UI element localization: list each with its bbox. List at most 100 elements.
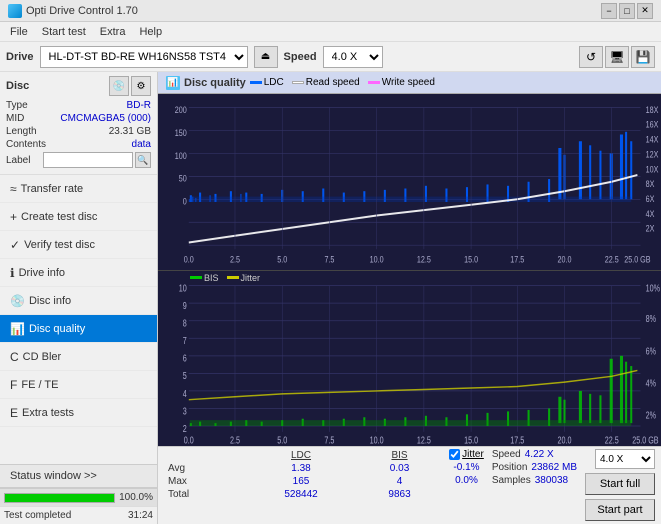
disc-icon-2[interactable]: ⚙ [131,76,151,96]
svg-text:14X: 14X [646,134,659,145]
svg-text:17.5: 17.5 [510,434,524,446]
jitter-checkbox[interactable] [449,449,460,460]
toolbar-icon-2[interactable]: 🖥 [605,46,629,68]
svg-text:10%: 10% [646,282,660,294]
svg-text:100: 100 [175,150,187,161]
stats-avg-ldc: 1.38 [244,462,358,475]
quality-title: Disc quality [184,77,246,89]
status-text-bar: Test completed 31:24 [0,506,157,524]
legend-ldc-color [250,81,262,84]
speed-select[interactable]: 4.0 X [323,46,383,68]
svg-text:25.0 GB: 25.0 GB [624,254,651,265]
legend-write-speed-color [368,81,380,84]
toolbar-icons: ↺ 🖥 💾 [579,46,655,68]
chart-top-svg: 200 150 100 50 0 18X 16X 14X 12X 10X 8X … [158,94,661,270]
svg-text:4%: 4% [646,377,656,389]
sidebar-item-disc-quality[interactable]: 📊 Disc quality [0,315,157,343]
drive-info-label: Drive info [19,267,65,279]
disc-quality-icon: 📊 [10,322,25,336]
sidebar-item-create-test-disc[interactable]: + Create test disc [0,203,157,231]
disc-length-label: Length [6,126,37,137]
close-button[interactable]: ✕ [637,3,653,19]
start-part-button[interactable]: Start part [585,499,655,521]
svg-text:10.0: 10.0 [370,434,384,446]
chart-bottom-svg: 10 9 8 7 6 5 4 3 2 10% 8% 6% 4% 2% [158,271,661,447]
disc-label-row: Label 🔍 [6,152,151,168]
svg-text:10X: 10X [646,163,659,174]
disc-length-row: Length 23.31 GB [6,126,151,137]
svg-text:18X: 18X [646,104,659,115]
svg-text:22.5: 22.5 [605,434,619,446]
drive-select[interactable]: HL-DT-ST BD-RE WH16NS58 TST4 [40,46,248,68]
disc-label-input-row: 🔍 [43,152,151,168]
sidebar: Disc 💿 ⚙ Type BD-R MID CMCMAGBA5 (000) L… [0,72,158,524]
speed-label: Speed [284,51,317,63]
disc-label-label: Label [6,155,30,166]
extra-tests-icon: E [10,406,18,420]
jitter-avg: -0.1% [449,462,484,473]
legend-bis-color [190,276,202,279]
svg-text:8X: 8X [646,178,655,189]
stats-col-empty [164,449,244,462]
legend-jitter: Jitter [227,273,261,283]
svg-text:0: 0 [183,196,187,207]
svg-text:10: 10 [179,282,187,294]
disc-label-input[interactable] [43,152,133,168]
legend-read-speed-color [292,81,304,84]
sidebar-item-verify-test-disc[interactable]: ✓ Verify test disc [0,231,157,259]
disc-info-icon: 💿 [10,294,25,308]
svg-text:17.5: 17.5 [510,254,524,265]
sidebar-item-transfer-rate[interactable]: ≈ Transfer rate [0,175,157,203]
sidebar-item-cd-bler[interactable]: C CD Bler [0,343,157,371]
disc-section: Disc 💿 ⚙ Type BD-R MID CMCMAGBA5 (000) L… [0,72,157,175]
disc-info-label: Disc info [29,295,71,307]
eject-button[interactable]: ⏏ [254,46,278,68]
status-window-button[interactable]: Status window >> [0,464,157,488]
speed-dropdown[interactable]: 4.0 X [595,449,655,469]
disc-contents-row: Contents data [6,139,151,150]
stats-col-ldc: LDC [244,449,358,462]
disc-quality-label: Disc quality [29,323,85,335]
menu-file[interactable]: File [4,24,34,40]
stats-table: LDC BIS Avg 1.38 0.03 Max 165 [164,449,441,501]
sidebar-item-disc-info[interactable]: 💿 Disc info [0,287,157,315]
legend-ldc-label: LDC [264,77,284,88]
status-section: Status window >> 100.0% Test completed 3… [0,464,157,524]
samples-row: Samples 380038 [492,475,577,486]
chart-top: 200 150 100 50 0 18X 16X 14X 12X 10X 8X … [158,94,661,271]
disc-mid-label: MID [6,113,24,124]
stats-row-total: Total 528442 9863 [164,488,441,501]
disc-mid-row: MID CMCMAGBA5 (000) [6,113,151,124]
speed-row: Speed 4.22 X [492,449,577,460]
sidebar-item-fe-te[interactable]: F FE / TE [0,371,157,399]
nav-items: ≈ Transfer rate + Create test disc ✓ Ver… [0,175,157,427]
sidebar-item-extra-tests[interactable]: E Extra tests [0,399,157,427]
minimize-button[interactable]: − [601,3,617,19]
position-value: 23862 MB [531,462,577,473]
fe-te-icon: F [10,378,17,392]
stats-col-bis: BIS [358,449,441,462]
menu-help[interactable]: Help [133,24,168,40]
sidebar-item-drive-info[interactable]: ℹ Drive info [0,259,157,287]
start-full-button[interactable]: Start full [585,473,655,495]
maximize-button[interactable]: □ [619,3,635,19]
disc-icon-1[interactable]: 💿 [109,76,129,96]
svg-text:0.0: 0.0 [184,254,194,265]
svg-text:5.0: 5.0 [277,434,287,446]
speed-info-value: 4.22 X [525,449,554,460]
disc-label-btn[interactable]: 🔍 [135,152,151,168]
speed-info: Speed 4.22 X Position 23862 MB Samples 3… [492,449,577,486]
toolbar-icon-3[interactable]: 💾 [631,46,655,68]
toolbar-icon-1[interactable]: ↺ [579,46,603,68]
status-window-label: Status window >> [10,470,97,482]
svg-text:4X: 4X [646,208,655,219]
menu-extra[interactable]: Extra [94,24,132,40]
menu-start-test[interactable]: Start test [36,24,92,40]
buttons-section: 4.0 X Start full Start part [585,449,655,521]
disc-type-value: BD-R [127,100,151,111]
svg-text:22.5: 22.5 [605,254,619,265]
progress-bar-container: 100.0% [0,488,157,506]
chart-bottom: BIS Jitter [158,271,661,447]
disc-length-value: 23.31 GB [109,126,151,137]
chart-legend: LDC Read speed Write speed [250,77,435,88]
